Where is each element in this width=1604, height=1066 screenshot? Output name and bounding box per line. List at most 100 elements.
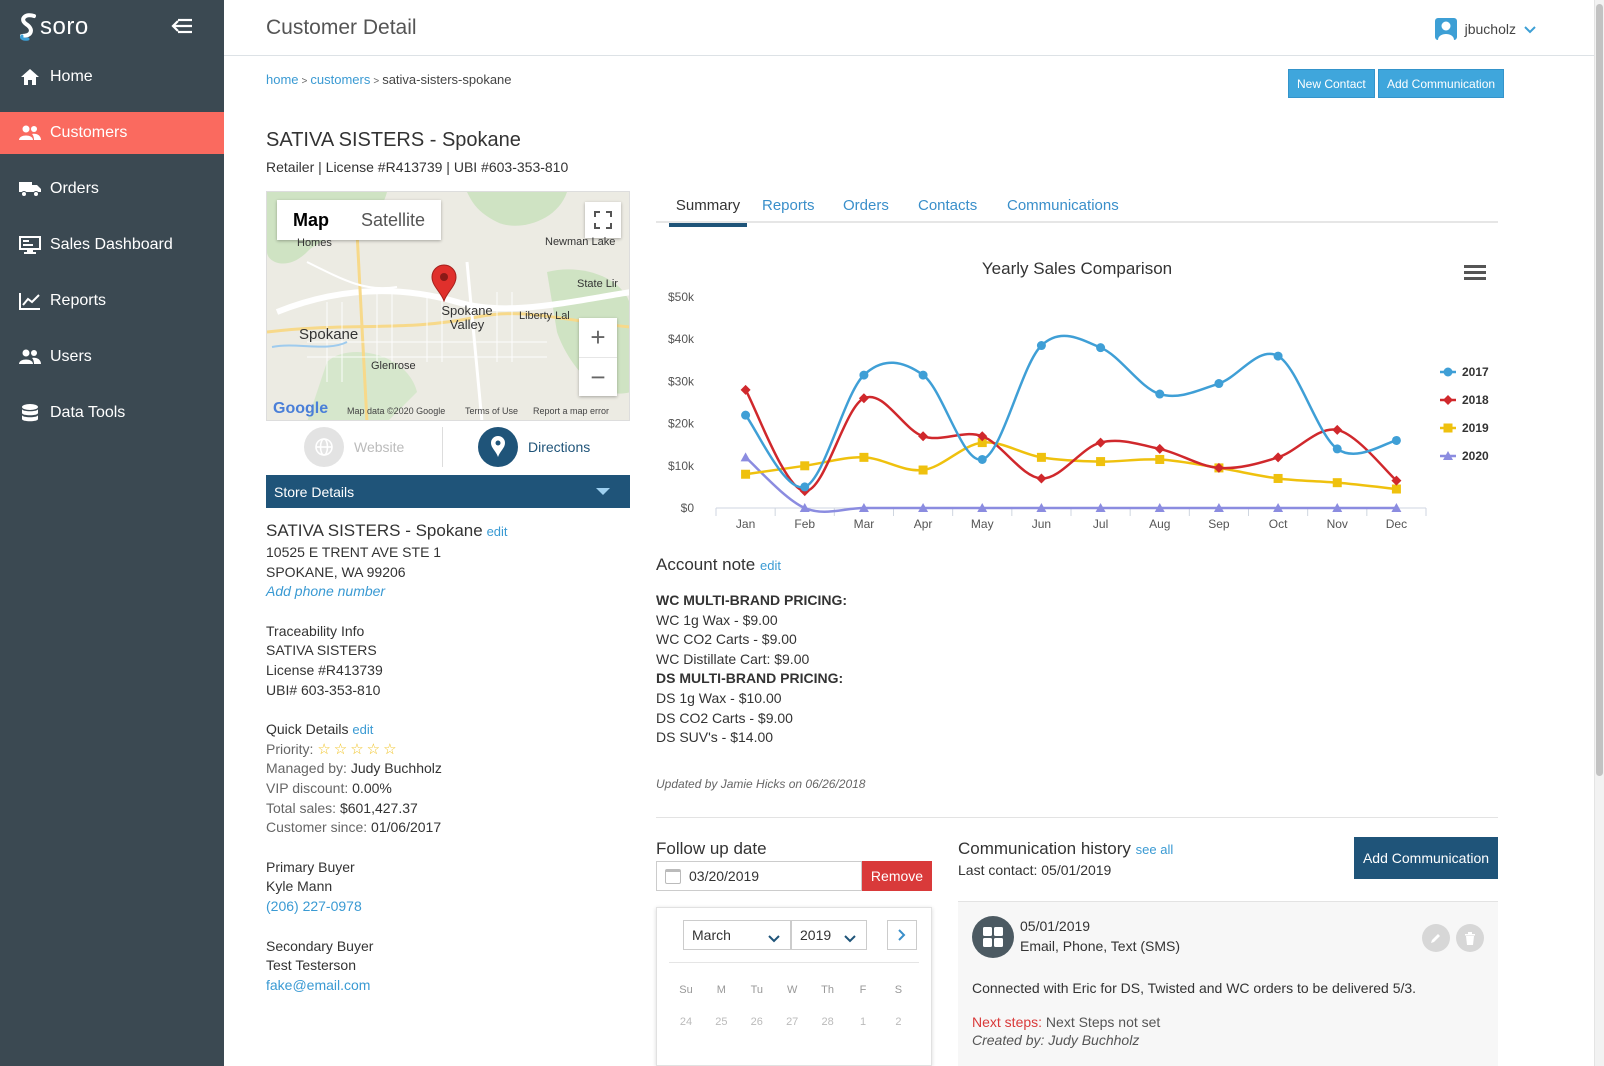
data-point-2017[interactable] <box>1214 379 1224 389</box>
soro-logo[interactable]: soro <box>18 12 89 42</box>
follow-up-date-input[interactable]: 03/20/2019 <box>656 861 862 891</box>
tab-reports[interactable]: Reports <box>762 197 815 223</box>
data-point-2017[interactable] <box>1273 351 1283 361</box>
legend-label[interactable]: 2018 <box>1462 393 1489 407</box>
comm-created-by: Created by: Judy Buchholz <box>972 1032 1140 1048</box>
store-details-dropdown[interactable]: Store Details <box>266 475 630 508</box>
sidebar-item-home[interactable]: Home <box>0 56 224 98</box>
edit-pencil-icon[interactable] <box>1422 924 1450 952</box>
calendar-day[interactable]: 2 <box>881 1016 915 1028</box>
data-point-2018[interactable] <box>740 384 751 395</box>
zoom-in-icon[interactable]: + <box>579 318 617 357</box>
tab-contacts[interactable]: Contacts <box>918 197 977 223</box>
data-point-2018[interactable] <box>1095 437 1106 448</box>
data-point-2017[interactable] <box>859 370 869 380</box>
collapse-sidebar-icon[interactable] <box>170 16 196 38</box>
year-select[interactable]: 2019 <box>791 920 867 950</box>
data-point-2019[interactable] <box>741 469 751 479</box>
breadcrumb-customers[interactable]: customers <box>310 72 370 87</box>
tab-summary[interactable]: Summary <box>669 197 747 227</box>
data-point-2019[interactable] <box>859 452 869 462</box>
page-scrollbar[interactable] <box>1594 0 1604 1066</box>
website-button[interactable]: Website <box>304 427 404 467</box>
edit-account-note-link[interactable]: edit <box>760 558 781 573</box>
directions-button[interactable]: Directions <box>478 427 590 467</box>
breadcrumb-home[interactable]: home <box>266 72 299 87</box>
data-point-2019[interactable] <box>1273 473 1283 483</box>
x-tick-label: Feb <box>794 517 815 531</box>
location-pin-icon <box>478 427 518 467</box>
tab-orders[interactable]: Orders <box>843 197 889 223</box>
data-point-2017[interactable] <box>977 454 987 464</box>
legend-marker-2018[interactable] <box>1443 395 1453 405</box>
legend-label[interactable]: 2017 <box>1462 365 1489 379</box>
fullscreen-icon[interactable] <box>585 202 621 238</box>
legend-marker-2017[interactable] <box>1443 367 1453 377</box>
data-point-2019[interactable] <box>1155 454 1165 464</box>
priority-stars[interactable]: ☆☆☆☆☆ <box>317 741 399 758</box>
user-menu[interactable]: jbucholz <box>1434 18 1536 40</box>
data-point-2019[interactable] <box>918 465 928 475</box>
new-contact-button[interactable]: New Contact <box>1288 69 1375 98</box>
map-tab-map[interactable]: Map <box>277 200 345 240</box>
data-point-2019[interactable] <box>1096 457 1106 467</box>
location-map[interactable]: Map Satellite Homes Newman Lake State Li… <box>266 191 630 421</box>
scrollbar-thumb[interactable] <box>1596 4 1603 776</box>
add-phone-link[interactable]: Add phone number <box>266 582 630 602</box>
legend-label[interactable]: 2019 <box>1462 421 1489 435</box>
zoom-out-icon[interactable]: − <box>579 357 617 396</box>
data-point-2019[interactable] <box>1391 484 1401 494</box>
add-communication-button[interactable]: Add Communication <box>1354 837 1498 879</box>
calendar-day[interactable]: 25 <box>704 1016 738 1028</box>
primary-buyer-phone-link[interactable]: (206) 227-0978 <box>266 897 630 917</box>
calendar-day[interactable]: 1 <box>846 1016 880 1028</box>
account-note-body: WC MULTI-BRAND PRICING: WC 1g Wax - $9.00… <box>656 591 847 748</box>
data-point-2018[interactable] <box>1273 452 1284 463</box>
data-point-2020[interactable] <box>740 452 751 462</box>
customer-subtitle: Retailer | License #R413739 | UBI #603-3… <box>266 159 569 175</box>
sidebar-item-users[interactable]: Users <box>0 336 224 378</box>
tab-communications[interactable]: Communications <box>1007 197 1119 223</box>
see-all-link[interactable]: see all <box>1136 842 1174 857</box>
sidebar-item-customers[interactable]: Customers <box>0 112 224 154</box>
data-point-2018[interactable] <box>918 431 929 442</box>
sidebar-item-reports[interactable]: Reports <box>0 280 224 322</box>
map-tab-satellite[interactable]: Satellite <box>345 200 441 240</box>
edit-quick-details-link[interactable]: edit <box>352 722 373 737</box>
primary-buyer-title: Primary Buyer <box>266 858 355 875</box>
legend-marker-2019[interactable] <box>1443 423 1453 433</box>
map-report-link[interactable]: Report a map error <box>533 406 609 416</box>
map-pin-icon[interactable] <box>431 264 457 307</box>
data-point-2017[interactable] <box>918 370 928 380</box>
calendar-day[interactable]: 27 <box>775 1016 809 1028</box>
add-communication-top-button[interactable]: Add Communication <box>1378 69 1505 98</box>
legend-label[interactable]: 2020 <box>1462 449 1489 463</box>
delete-trash-icon[interactable] <box>1456 924 1484 952</box>
sidebar-item-sales-dashboard[interactable]: Sales Dashboard <box>0 224 224 266</box>
data-point-2019[interactable] <box>1332 478 1342 488</box>
data-point-2018[interactable] <box>1036 473 1047 484</box>
x-tick-label: Sep <box>1208 517 1230 531</box>
sidebar-item-data-tools[interactable]: Data Tools <box>0 392 224 434</box>
data-point-2018[interactable] <box>1332 424 1343 435</box>
data-point-2019[interactable] <box>1036 452 1046 462</box>
remove-follow-up-button[interactable]: Remove <box>862 861 932 891</box>
data-point-2017[interactable] <box>800 482 810 492</box>
calendar-day[interactable]: 28 <box>811 1016 845 1028</box>
data-point-2017[interactable] <box>741 410 751 420</box>
data-point-2017[interactable] <box>1036 341 1046 351</box>
sidebar-item-orders[interactable]: Orders <box>0 168 224 210</box>
data-point-2017[interactable] <box>1096 343 1106 353</box>
calendar-day[interactable]: 24 <box>669 1016 703 1028</box>
next-month-icon[interactable] <box>887 920 917 950</box>
data-point-2018[interactable] <box>1154 443 1165 454</box>
data-point-2019[interactable] <box>800 461 810 471</box>
map-terms-link[interactable]: Terms of Use <box>465 406 518 416</box>
data-point-2017[interactable] <box>1155 389 1165 399</box>
data-point-2017[interactable] <box>1332 444 1342 454</box>
data-point-2017[interactable] <box>1391 435 1401 445</box>
secondary-buyer-email-link[interactable]: fake@email.com <box>266 976 630 996</box>
edit-store-link[interactable]: edit <box>487 524 508 539</box>
month-select[interactable]: March <box>683 920 791 950</box>
calendar-day[interactable]: 26 <box>740 1016 774 1028</box>
